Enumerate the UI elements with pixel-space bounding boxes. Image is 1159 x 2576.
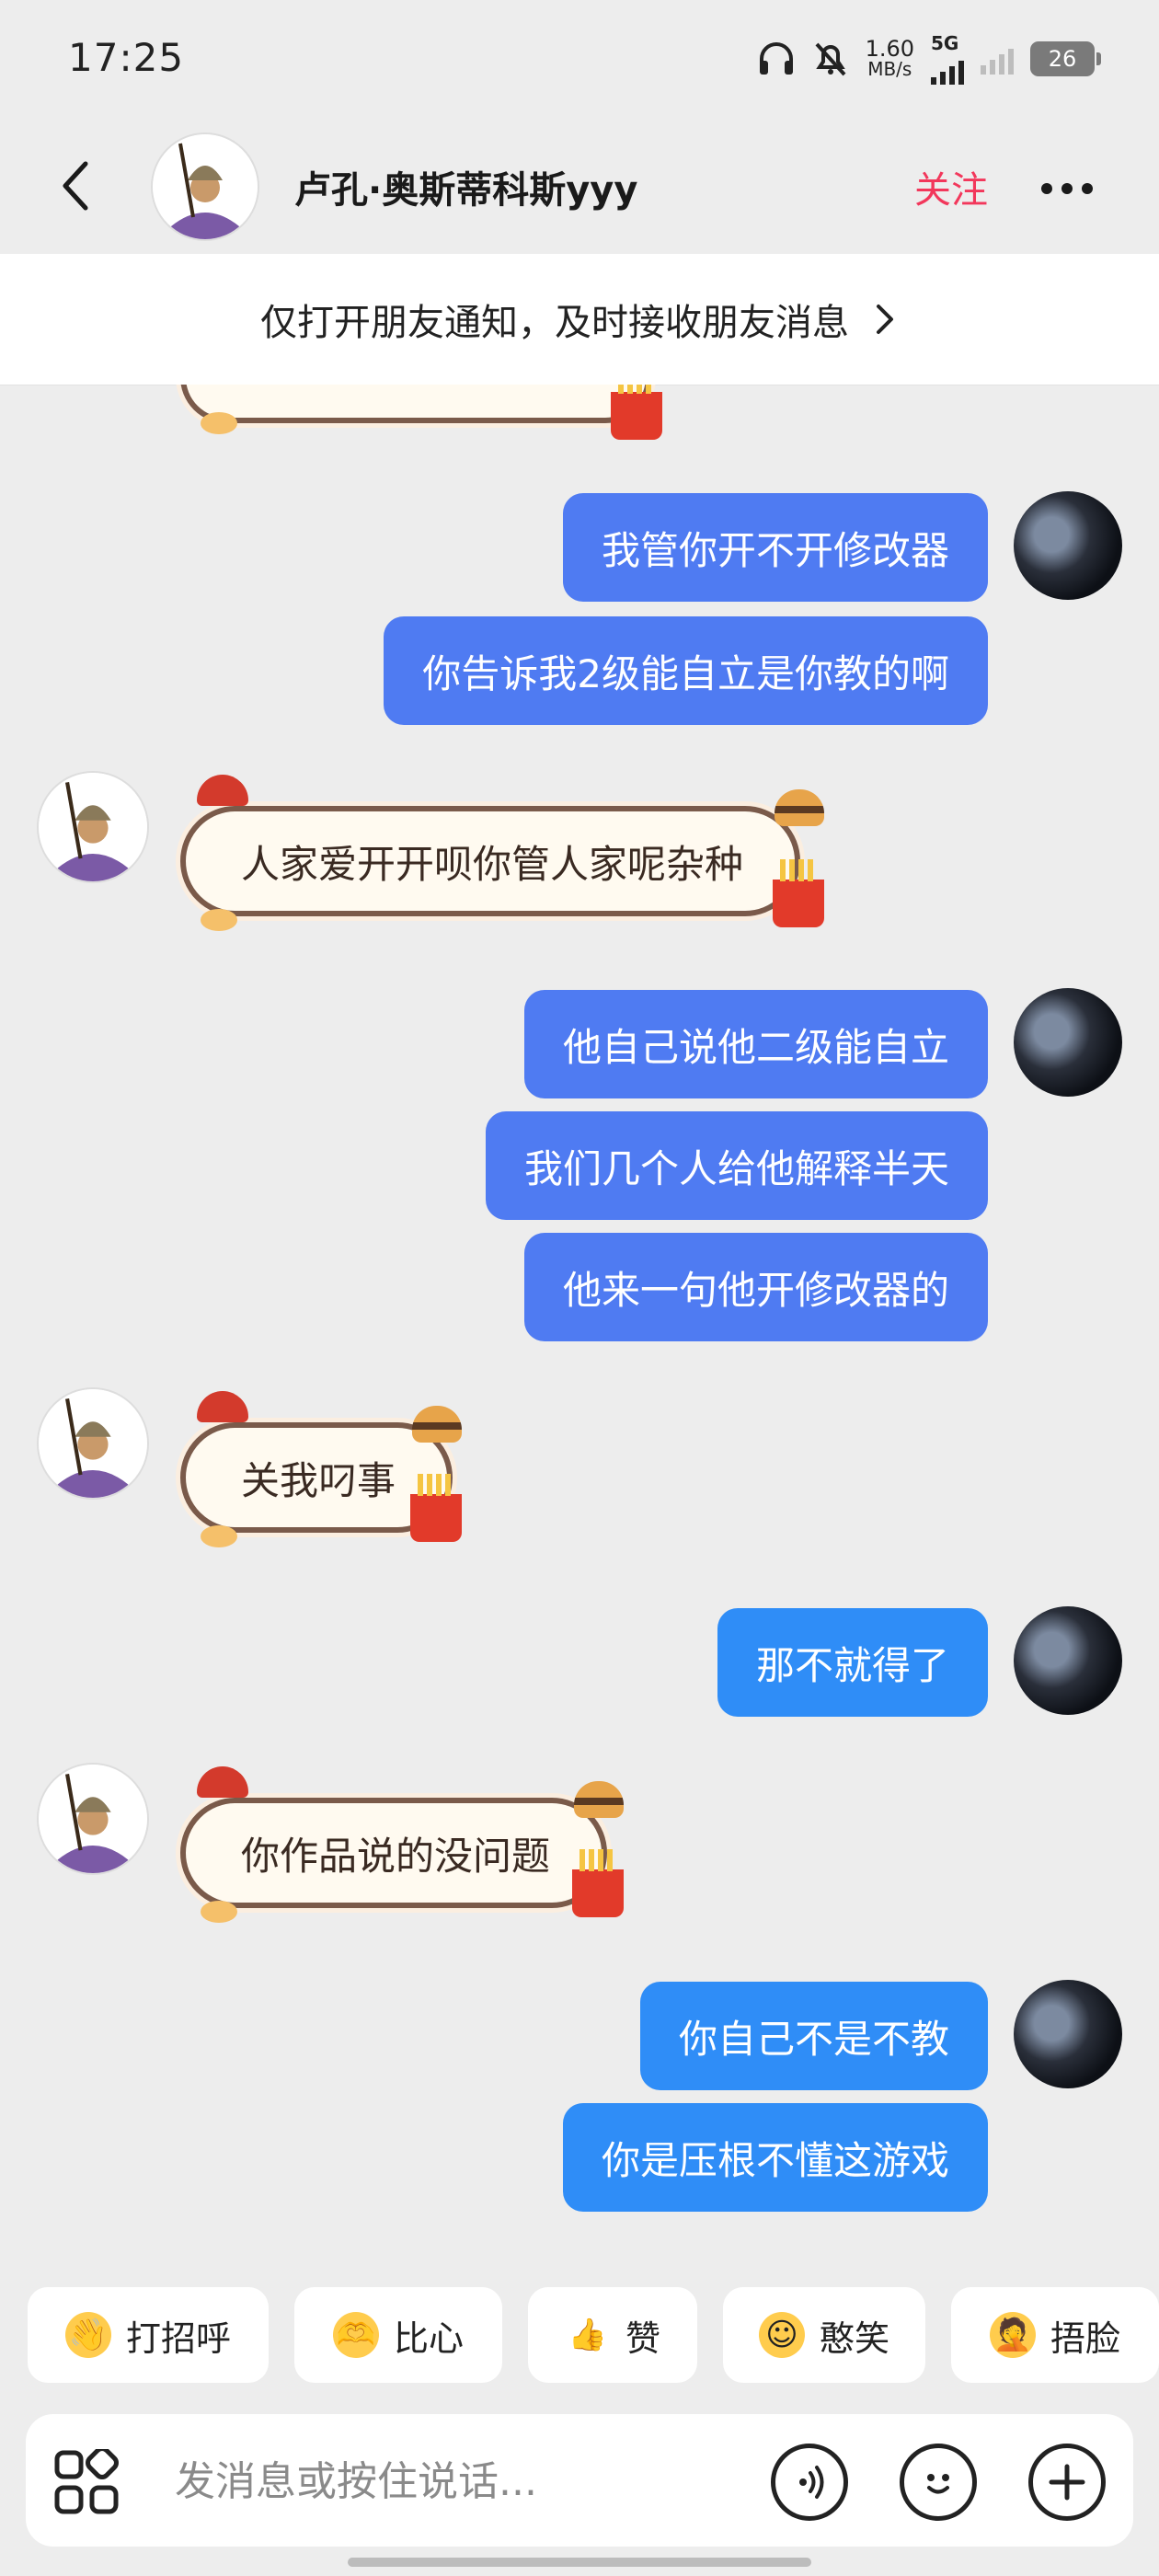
chevron-left-icon xyxy=(63,161,88,211)
message-bubble-outgoing[interactable]: 那不就得了 xyxy=(717,1608,988,1717)
net-speed-value: 1.60 xyxy=(865,36,914,62)
message-text: 他自己说他二级能自立 xyxy=(562,1024,949,1070)
fish-decoration-icon xyxy=(201,1901,237,1923)
message-text: 你作品说的没问题 xyxy=(241,1833,551,1879)
quick-reply-bar: 👋 打招呼 🫶 比心 👍 赞 ☺ 憨笑 🤦 捂脸 xyxy=(0,2287,1159,2383)
message-bubble-outgoing[interactable]: 你是压根不懂这游戏 xyxy=(562,2103,988,2212)
message-list[interactable]: 我管你开不开修改器 你告诉我2级能自立是你教的啊 人家爱开开呗你管人家呢杂种 他… xyxy=(0,385,1159,2258)
self-avatar[interactable] xyxy=(1014,1980,1122,2088)
home-indicator[interactable] xyxy=(348,2558,811,2567)
quick-reply-facepalm[interactable]: 🤦 捂脸 xyxy=(951,2287,1159,2383)
fish-decoration-icon xyxy=(201,909,237,931)
net-speed-unit: MB/s xyxy=(867,58,912,80)
message-text: 我们几个人给他解释半天 xyxy=(523,1145,949,1191)
network-type-label: 5G xyxy=(931,32,959,54)
headphones-icon xyxy=(759,42,793,75)
warrior-avatar-icon xyxy=(153,134,258,239)
contact-name[interactable]: 卢孔·奥斯蒂科斯yyy xyxy=(294,160,637,213)
friend-notification-banner[interactable]: 仅打开朋友通知，及时接收朋友消息 xyxy=(0,254,1159,385)
burger-decoration-icon xyxy=(574,1781,624,1818)
thumbs-up-emoji-icon: 👍 xyxy=(568,2317,608,2353)
signal-icon xyxy=(931,53,964,85)
follow-button[interactable]: 关注 xyxy=(914,160,988,213)
message-bubble-outgoing[interactable]: 他来一句他开修改器的 xyxy=(523,1233,988,1341)
fries-decoration-icon xyxy=(773,859,824,927)
warrior-avatar-icon xyxy=(39,773,147,881)
self-avatar[interactable] xyxy=(1014,1606,1122,1715)
facepalm-emoji-icon: 🤦 xyxy=(989,2312,1036,2358)
message-bubble-outgoing[interactable]: 我们几个人给他解释半天 xyxy=(485,1111,988,1220)
burger-decoration-icon xyxy=(775,789,824,826)
chip-label: 比心 xyxy=(393,2317,464,2359)
quick-reply-heart[interactable]: 🫶 比心 xyxy=(294,2287,502,2383)
message-bubble-outgoing[interactable]: 我管你开不开修改器 xyxy=(562,493,988,602)
chevron-right-icon xyxy=(877,305,893,334)
heart-hands-emoji-icon: 🫶 xyxy=(332,2312,379,2358)
waving-emoji-icon: 👋 xyxy=(64,2312,111,2358)
mute-bell-icon xyxy=(815,42,846,76)
warrior-avatar-icon xyxy=(39,1389,147,1498)
contact-avatar[interactable] xyxy=(37,1763,149,1875)
message-bubble-incoming[interactable]: 你作品说的没问题 xyxy=(180,1798,608,1908)
chip-label: 捂脸 xyxy=(1050,2317,1120,2359)
message-bubble-incoming[interactable]: 人家爱开开呗你管人家呢杂种 xyxy=(180,806,801,916)
message-text: 我管你开不开修改器 xyxy=(601,527,949,573)
self-avatar[interactable] xyxy=(1014,491,1122,600)
message-input-bar xyxy=(26,2414,1133,2547)
network-type: 5G xyxy=(931,33,964,85)
quick-reply-smile[interactable]: ☺ 憨笑 xyxy=(723,2287,925,2383)
status-icons: 1.60 MB/s 5G 26 xyxy=(757,31,1101,86)
fries-decoration-icon xyxy=(572,1849,624,1917)
message-bubble-outgoing[interactable]: 你告诉我2级能自立是你教的啊 xyxy=(384,616,988,725)
signal-secondary-icon xyxy=(981,43,1014,75)
hat-decoration-icon xyxy=(197,775,248,806)
warrior-avatar-icon xyxy=(39,1765,147,1873)
hat-decoration-icon xyxy=(197,1391,248,1422)
battery-icon: 26 xyxy=(1030,41,1101,76)
message-text: 你是压根不懂这游戏 xyxy=(601,2137,949,2183)
shy-smile-emoji-icon: ☺ xyxy=(758,2312,805,2358)
notice-text: 仅打开朋友通知，及时接收朋友消息 xyxy=(260,302,849,344)
message-text: 你自己不是不教 xyxy=(678,2016,949,2062)
contact-avatar[interactable] xyxy=(37,771,149,883)
quick-reply-greet[interactable]: 👋 打招呼 xyxy=(28,2287,269,2383)
contact-avatar[interactable] xyxy=(151,132,259,241)
hat-decoration-icon xyxy=(197,1766,248,1798)
self-avatar[interactable] xyxy=(1014,988,1122,1097)
message-bubble-outgoing[interactable]: 他自己说他二级能自立 xyxy=(523,990,988,1098)
message-text: 关我叼事 xyxy=(241,1457,396,1503)
fish-decoration-icon xyxy=(201,1525,237,1547)
fries-decoration-icon xyxy=(611,385,662,440)
battery-level: 26 xyxy=(1048,46,1077,72)
message-text: 那不就得了 xyxy=(755,1642,949,1688)
chip-label: 憨笑 xyxy=(819,2317,889,2359)
status-bar: 17:25 1.60 MB/s 5G 26 xyxy=(0,0,1159,120)
apps-grid-icon[interactable] xyxy=(53,2449,120,2515)
burger-decoration-icon xyxy=(412,1406,462,1443)
chip-label: 打招呼 xyxy=(125,2317,231,2359)
contact-avatar[interactable] xyxy=(37,1387,149,1500)
quick-reply-like[interactable]: 👍 赞 xyxy=(528,2287,697,2383)
fish-decoration-icon xyxy=(201,412,237,434)
message-bubble-outgoing[interactable]: 你自己不是不教 xyxy=(639,1982,988,2090)
previous-message-fragment xyxy=(180,385,651,423)
status-time: 17:25 xyxy=(68,35,185,80)
back-button[interactable] xyxy=(48,156,103,215)
add-more-icon[interactable] xyxy=(1028,2444,1106,2521)
message-text: 你告诉我2级能自立是你教的啊 xyxy=(422,650,949,696)
message-text: 人家爱开开呗你管人家呢杂种 xyxy=(241,841,744,887)
fries-decoration-icon xyxy=(410,1474,462,1542)
voice-input-icon[interactable] xyxy=(771,2444,848,2521)
more-options-icon[interactable] xyxy=(1041,175,1115,202)
network-speed: 1.60 MB/s xyxy=(865,36,914,80)
message-text: 他来一句他开修改器的 xyxy=(562,1267,949,1313)
message-input[interactable] xyxy=(173,2442,765,2521)
emoji-picker-icon[interactable] xyxy=(900,2444,977,2521)
chip-label: 赞 xyxy=(625,2317,660,2359)
chat-header: 卢孔·奥斯蒂科斯yyy 关注 xyxy=(0,120,1159,254)
